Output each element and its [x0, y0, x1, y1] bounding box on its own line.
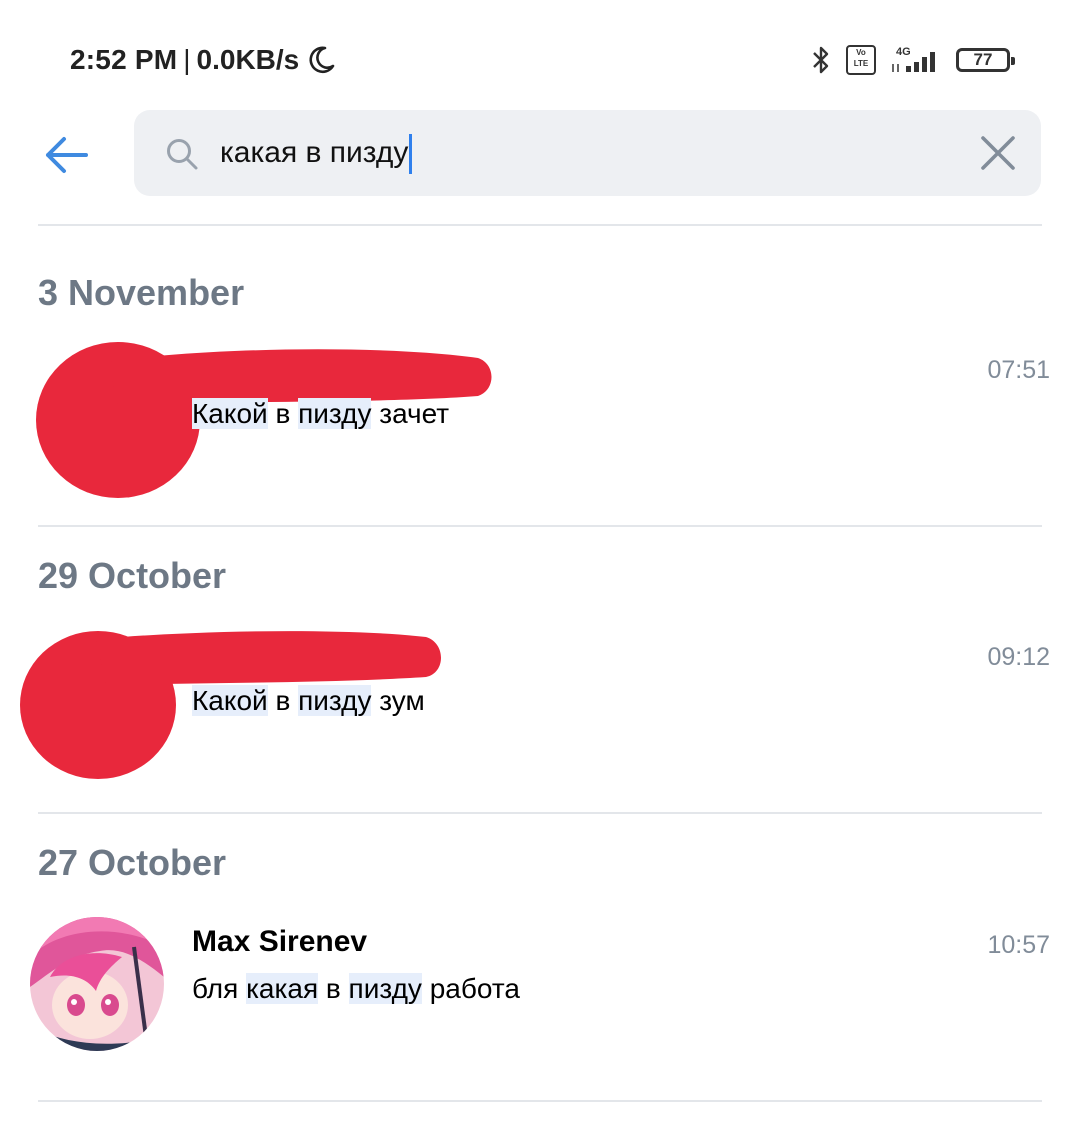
status-right: Vo LTE 4G 77 — [810, 40, 1015, 80]
search-input[interactable]: какая в пизду — [220, 128, 920, 178]
battery-icon: 77 — [956, 48, 1015, 72]
avatar-image — [30, 917, 164, 1051]
avatar — [30, 917, 164, 1051]
date-header: 3 November — [38, 272, 245, 313]
result-divider — [38, 525, 1042, 527]
status-time: 2:52 PM — [70, 44, 178, 75]
volte-icon: Vo LTE — [846, 45, 876, 75]
text-cursor — [409, 134, 413, 175]
network-speed: 0.0KB/s — [196, 44, 300, 75]
search-field[interactable]: какая в пизду — [134, 110, 1041, 196]
snippet-part: работа — [421, 973, 520, 1004]
network-type-label: 4G — [896, 46, 911, 58]
snippet-part: в — [267, 398, 299, 429]
message-snippet: Какой в пизду зум — [192, 685, 425, 717]
snippet-part: Какой — [192, 398, 268, 429]
status-bar: 2:52 PM | 0.0KB/s Vo LTE 4G 77 — [0, 0, 1080, 110]
snippet-part: пизду — [348, 973, 422, 1004]
header-divider — [38, 224, 1042, 226]
result-divider — [38, 1100, 1042, 1102]
search-result-item[interactable]: Какой в пизду зум 09:12 — [0, 615, 1080, 815]
snippet-part: в — [267, 685, 299, 716]
snippet-part: зачет — [371, 398, 450, 429]
snippet-part: пизду — [298, 398, 372, 429]
battery-level: 77 — [973, 50, 993, 69]
date-header: 27 October — [38, 842, 227, 883]
message-snippet: бля какая в пизду работа — [192, 973, 520, 1005]
snippet-part: какая — [246, 973, 319, 1004]
snippet-part: зум — [371, 685, 425, 716]
contact-name: Max Sirenev — [192, 925, 368, 958]
snippet-part: пизду — [298, 685, 372, 716]
search-result-item[interactable]: Max Sirenev бля какая в пизду работа 10:… — [0, 915, 1080, 1115]
screen: 2:52 PM | 0.0KB/s Vo LTE 4G 77 какая в п… — [0, 0, 1080, 1126]
message-time: 09:12 — [987, 643, 1050, 671]
snippet-part: Какой — [192, 685, 268, 716]
status-left: 2:52 PM | 0.0KB/s — [70, 40, 337, 80]
snippet-part: бля — [192, 973, 247, 1004]
snippet-part: в — [318, 973, 349, 1004]
volte-bottom-label: LTE — [853, 59, 869, 68]
moon-icon — [309, 46, 335, 74]
message-time: 10:57 — [987, 931, 1050, 959]
search-result-item[interactable]: Какой в пизду зачет 07:51 — [0, 330, 1080, 530]
search-query: какая в пизду — [220, 136, 409, 169]
back-arrow-icon[interactable] — [40, 128, 94, 182]
date-header: 29 October — [38, 555, 227, 596]
clear-search-icon[interactable] — [977, 132, 1019, 174]
message-time: 07:51 — [987, 356, 1050, 384]
volte-top-label: Vo — [856, 48, 866, 57]
message-snippet: Какой в пизду зачет — [192, 398, 449, 430]
search-icon — [167, 139, 198, 170]
bluetooth-icon — [813, 46, 829, 74]
result-divider — [38, 812, 1042, 814]
4g-signal-icon: 4G — [892, 46, 935, 72]
status-separator: | — [183, 44, 191, 75]
